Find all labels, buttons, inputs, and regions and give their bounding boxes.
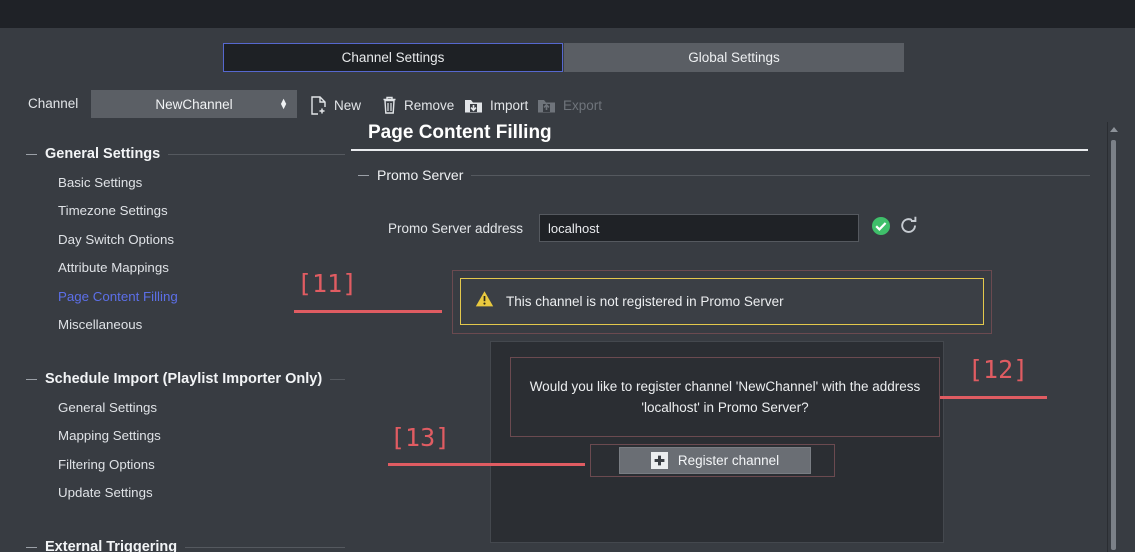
warning-text: This channel is not registered in Promo … xyxy=(506,294,784,309)
new-button[interactable]: New xyxy=(310,93,361,117)
sidebar-item-label: Basic Settings xyxy=(58,175,142,190)
remove-button-label: Remove xyxy=(404,98,454,113)
remove-button[interactable]: Remove xyxy=(382,93,454,117)
scroll-up-arrow-icon[interactable] xyxy=(1110,127,1118,132)
group-rule xyxy=(185,547,345,548)
annotation-leader-11 xyxy=(294,310,442,313)
not-registered-warning: This channel is not registered in Promo … xyxy=(460,278,984,325)
tab-channel-settings[interactable]: Channel Settings xyxy=(223,43,563,72)
sidebar-item-mapping-settings[interactable]: Mapping Settings xyxy=(0,422,345,451)
annotation-label-13: [13] xyxy=(390,423,450,452)
channel-toolbar: Channel NewChannel ▲▼ New xyxy=(0,90,1135,120)
import-button[interactable]: Import xyxy=(464,93,528,117)
annotation-leader-13 xyxy=(388,463,585,466)
sidebar-item-label: Attribute Mappings xyxy=(58,260,169,275)
vertical-scrollbar[interactable] xyxy=(1107,122,1119,552)
group-dash-icon xyxy=(26,379,37,380)
export-button-label: Export xyxy=(563,98,602,113)
sidebar-item-page-content-filling[interactable]: Page Content Filling xyxy=(0,282,345,311)
register-message: Would you like to register channel 'NewC… xyxy=(525,376,925,418)
register-channel-button-label: Register channel xyxy=(678,453,779,468)
sidebar-item-label: Update Settings xyxy=(58,485,153,500)
promo-server-group-header: Promo Server xyxy=(351,167,1096,183)
export-button[interactable]: Export xyxy=(537,93,602,117)
sidebar-group-schedule-import: Schedule Import (Playlist Importer Only) xyxy=(0,365,345,393)
title-divider xyxy=(351,149,1088,151)
sidebar-group-external-triggering: External Triggering xyxy=(0,533,345,552)
tab-channel-settings-label: Channel Settings xyxy=(342,50,445,65)
register-channel-button[interactable]: Register channel xyxy=(619,447,811,474)
sidebar-item-miscellaneous[interactable]: Miscellaneous xyxy=(0,311,345,340)
group-dash-icon xyxy=(26,154,37,155)
tab-global-settings[interactable]: Global Settings xyxy=(564,43,904,72)
sidebar-group-general-settings: General Settings xyxy=(0,140,345,168)
annotation-label-11: [11] xyxy=(297,269,357,298)
main-content: Page Content Filling Promo Server Promo … xyxy=(351,122,1096,183)
check-circle-icon xyxy=(871,216,891,241)
channel-label: Channel xyxy=(28,96,78,111)
sidebar-group-label: General Settings xyxy=(45,146,160,162)
new-button-label: New xyxy=(334,98,361,113)
sidebar-group-label: Schedule Import (Playlist Importer Only) xyxy=(45,371,322,387)
annotation-leader-12 xyxy=(940,396,1047,399)
warning-triangle-icon xyxy=(475,290,494,313)
settings-tabstrip: Channel Settings Global Settings xyxy=(0,43,1135,72)
settings-sidebar: General Settings Basic Settings Timezone… xyxy=(0,140,345,552)
spinner-arrows-icon: ▲▼ xyxy=(279,99,288,109)
import-folder-icon xyxy=(464,97,483,114)
sidebar-item-label: Page Content Filling xyxy=(58,289,178,304)
trash-icon xyxy=(382,96,397,114)
tab-global-settings-label: Global Settings xyxy=(688,50,780,65)
sidebar-item-filtering-options[interactable]: Filtering Options xyxy=(0,450,345,479)
channel-select[interactable]: NewChannel ▲▼ xyxy=(91,90,297,118)
sidebar-item-label: Miscellaneous xyxy=(58,317,142,332)
new-document-icon xyxy=(310,96,327,115)
sidebar-group-label: External Triggering xyxy=(45,539,177,552)
group-rule xyxy=(330,379,345,380)
sidebar-item-label: Day Switch Options xyxy=(58,232,174,247)
sidebar-item-timezone-settings[interactable]: Timezone Settings xyxy=(0,197,345,226)
title-bar xyxy=(0,0,1135,28)
scrollbar-thumb[interactable] xyxy=(1111,140,1116,550)
annotation-label-12: [12] xyxy=(968,355,1028,384)
sidebar-item-attribute-mappings[interactable]: Attribute Mappings xyxy=(0,254,345,283)
sidebar-item-label: Timezone Settings xyxy=(58,203,168,218)
group-rule xyxy=(471,175,1090,176)
sidebar-item-label: Filtering Options xyxy=(58,457,155,472)
sidebar-item-label: General Settings xyxy=(58,400,157,415)
sidebar-item-update-settings[interactable]: Update Settings xyxy=(0,479,345,508)
export-folder-icon xyxy=(537,97,556,114)
promo-server-group-label: Promo Server xyxy=(377,167,463,183)
group-dash-icon xyxy=(358,175,369,176)
import-button-label: Import xyxy=(490,98,528,113)
promo-server-address-row: Promo Server address localhost xyxy=(351,214,919,242)
register-message-annotation-outline: Would you like to register channel 'NewC… xyxy=(510,357,940,437)
sidebar-item-label: Mapping Settings xyxy=(58,428,161,443)
sidebar-item-basic-settings[interactable]: Basic Settings xyxy=(0,168,345,197)
promo-server-address-value: localhost xyxy=(548,221,599,236)
channel-select-value: NewChannel xyxy=(155,97,232,112)
sidebar-item-schedule-general-settings[interactable]: General Settings xyxy=(0,393,345,422)
page-title: Page Content Filling xyxy=(351,122,1096,149)
group-dash-icon xyxy=(26,547,37,548)
application-window: Channel Settings Global Settings Channel… xyxy=(0,0,1135,552)
group-rule xyxy=(168,154,345,155)
sidebar-item-day-switch-options[interactable]: Day Switch Options xyxy=(0,225,345,254)
refresh-icon[interactable] xyxy=(899,215,919,241)
promo-server-address-input[interactable]: localhost xyxy=(539,214,859,242)
promo-server-address-label: Promo Server address xyxy=(351,221,523,236)
plus-icon xyxy=(651,452,668,469)
